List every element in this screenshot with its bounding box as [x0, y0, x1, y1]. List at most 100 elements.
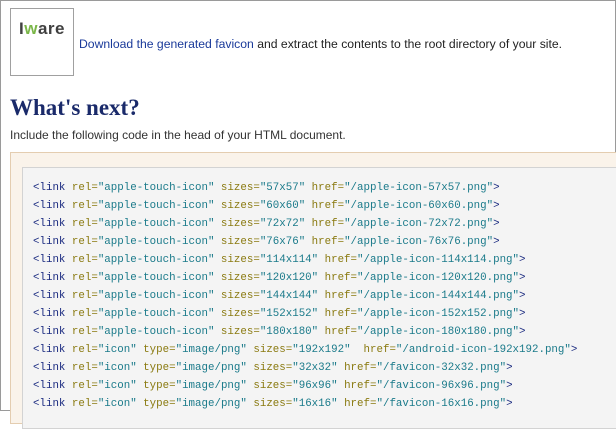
code-token-tag: >: [519, 308, 526, 320]
code-token-attr: sizes=: [214, 200, 260, 212]
code-token-val: "/favicon-32x32.png": [376, 362, 507, 374]
code-token-val: "16x16": [292, 398, 338, 410]
code-token-tag: >: [519, 254, 526, 266]
code-token-tag: <link: [33, 182, 72, 194]
code-token-attr: sizes=: [246, 380, 293, 392]
code-token-val: "/apple-icon-60x60.png": [344, 200, 494, 212]
code-token-val: "apple-touch-icon": [97, 182, 215, 194]
code-line: <link rel="apple-touch-icon" sizes="57x5…: [33, 179, 577, 197]
code-token-val: "/favicon-96x96.png": [376, 380, 507, 392]
code-token-val: "32x32": [292, 362, 338, 374]
code-token-val: "/apple-icon-57x57.png": [344, 182, 494, 194]
code-token-val: "57x57": [259, 182, 306, 194]
code-token-val: "/apple-icon-114x114.png": [357, 254, 520, 266]
code-token-val: "/apple-icon-76x76.png": [344, 236, 494, 248]
code-token-attr: href=: [305, 200, 345, 212]
code-token-tag: <link: [33, 236, 72, 248]
code-token-attr: href=: [350, 344, 396, 356]
code-token-val: "/apple-icon-180x180.png": [357, 326, 520, 338]
code-token-tag: <link: [33, 344, 72, 356]
code-token-attr: sizes=: [214, 272, 260, 284]
code-token-attr: rel=: [71, 182, 98, 194]
code-line: <link rel="icon" type="image/png" sizes=…: [33, 377, 577, 395]
code-token-val: "76x76": [259, 236, 306, 248]
code-token-val: "72x72": [259, 218, 306, 230]
code-token-attr: href=: [305, 218, 345, 230]
code-token-val: "apple-touch-icon": [97, 290, 215, 302]
logo-text-rest: are: [37, 19, 65, 38]
code-token-attr: sizes=: [214, 218, 260, 230]
download-instructions: Download the generated favicon and extra…: [79, 37, 562, 51]
code-token-tag: <link: [33, 362, 72, 374]
code-token-val: "icon": [97, 344, 137, 356]
download-instructions-text: and extract the contents to the root dir…: [253, 37, 563, 51]
code-token-val: "apple-touch-icon": [97, 254, 215, 266]
code-token-attr: sizes=: [214, 236, 260, 248]
code-token-tag: <link: [33, 290, 72, 302]
code-token-val: "apple-touch-icon": [97, 326, 215, 338]
code-token-val: "180x180": [259, 326, 319, 338]
code-token-attr: sizes=: [214, 326, 260, 338]
code-token-val: "152x152": [259, 308, 319, 320]
code-token-val: "image/png": [175, 398, 247, 410]
code-token-tag: <link: [33, 326, 72, 338]
code-line: <link rel="apple-touch-icon" sizes="76x7…: [33, 233, 577, 251]
code-token-val: "image/png": [175, 362, 247, 374]
whats-next-heading: What's next?: [10, 95, 140, 120]
code-token-attr: type=: [136, 398, 176, 410]
code-token-attr: type=: [136, 362, 176, 374]
code-token-tag: >: [493, 182, 500, 194]
code-token-val: "/apple-icon-152x152.png": [357, 308, 520, 320]
code-token-attr: type=: [136, 380, 176, 392]
code-token-attr: sizes=: [246, 344, 293, 356]
code-token-tag: >: [519, 326, 526, 338]
code-line: <link rel="apple-touch-icon" sizes="60x6…: [33, 197, 577, 215]
code-token-attr: href=: [305, 236, 345, 248]
include-code-instructions: Include the following code in the head o…: [10, 128, 346, 142]
code-token-val: "apple-touch-icon": [97, 200, 215, 212]
code-token-tag: <link: [33, 200, 72, 212]
download-favicon-link[interactable]: Download the generated favicon: [79, 37, 254, 51]
code-token-attr: rel=: [71, 344, 98, 356]
code-token-val: "apple-touch-icon": [97, 308, 215, 320]
code-token-val: "60x60": [259, 200, 306, 212]
logo: Iware: [19, 19, 65, 39]
code-token-attr: rel=: [71, 272, 98, 284]
code-token-attr: rel=: [71, 290, 98, 302]
code-token-attr: rel=: [71, 218, 98, 230]
code-token-attr: sizes=: [246, 362, 293, 374]
code-token-tag: >: [506, 380, 513, 392]
code-token-attr: href=: [318, 272, 358, 284]
code-token-val: "/favicon-16x16.png": [376, 398, 507, 410]
code-token-tag: >: [493, 200, 500, 212]
code-token-tag: >: [493, 218, 500, 230]
code-token-tag: <link: [33, 380, 72, 392]
code-token-tag: <link: [33, 272, 72, 284]
code-token-attr: href=: [318, 254, 358, 266]
code-line: <link rel="apple-touch-icon" sizes="144x…: [33, 287, 577, 305]
code-token-attr: href=: [318, 326, 358, 338]
code-token-val: "icon": [97, 398, 137, 410]
code-token-attr: rel=: [71, 308, 98, 320]
code-token-val: "/apple-icon-144x144.png": [357, 290, 520, 302]
code-token-attr: type=: [136, 344, 176, 356]
code-token-tag: >: [519, 290, 526, 302]
code-token-val: "120x120": [259, 272, 319, 284]
code-token-tag: >: [519, 272, 526, 284]
code-token-attr: href=: [305, 182, 345, 194]
logo-text-accent: w: [24, 19, 38, 38]
code-token-attr: sizes=: [246, 398, 293, 410]
code-line: <link rel="apple-touch-icon" sizes="152x…: [33, 305, 577, 323]
favicon-preview: Iware: [10, 8, 74, 76]
code-token-tag: >: [506, 398, 513, 410]
code-token-val: "icon": [97, 362, 137, 374]
code-token-attr: sizes=: [214, 308, 260, 320]
code-token-attr: rel=: [71, 398, 98, 410]
code-token-val: "192x192": [292, 344, 351, 356]
code-token-val: "/android-icon-192x192.png": [395, 344, 571, 356]
code-token-attr: href=: [337, 380, 377, 392]
code-token-attr: sizes=: [214, 254, 260, 266]
code-token-attr: sizes=: [214, 290, 260, 302]
code-token-val: "apple-touch-icon": [97, 272, 215, 284]
code-token-tag: >: [493, 236, 500, 248]
